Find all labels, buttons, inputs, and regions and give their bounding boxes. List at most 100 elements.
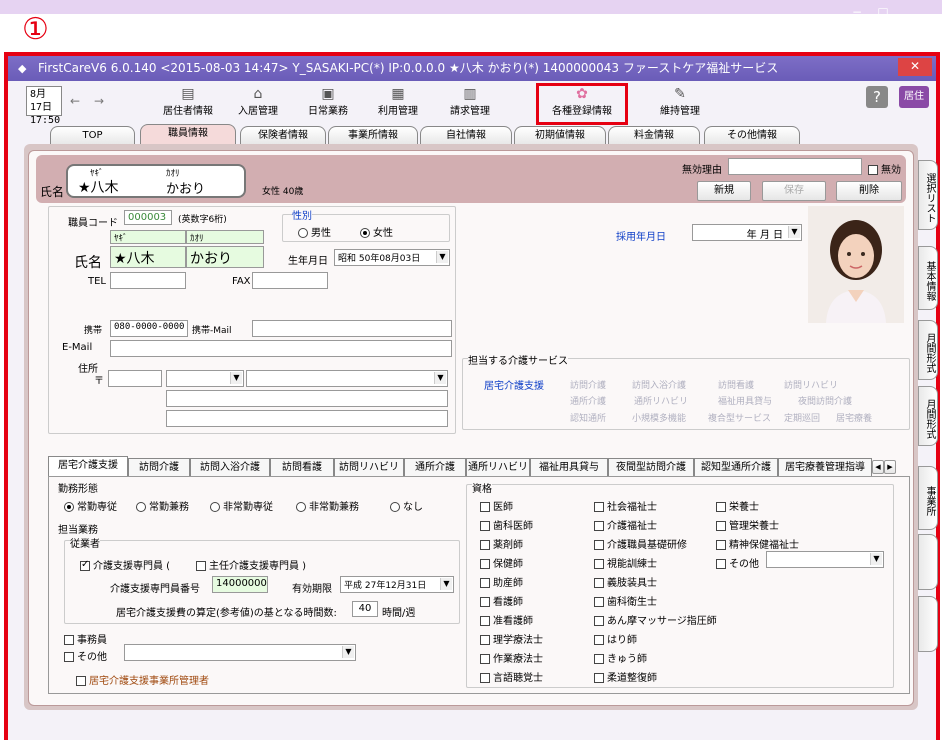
- qual-pharmacist[interactable]: 薬剤師: [480, 536, 523, 551]
- qual-dental-hygienist[interactable]: 歯科衛生士: [594, 593, 657, 608]
- side-tab-blank-1[interactable]: [918, 534, 938, 590]
- qual-nurse-box[interactable]: [480, 597, 490, 607]
- side-tab-basic-info[interactable]: 基本情報: [918, 246, 938, 310]
- service-periodic-patrol[interactable]: 定期巡回: [784, 411, 820, 424]
- address-line1-input[interactable]: [166, 390, 448, 407]
- qual-doctor[interactable]: 医師: [480, 498, 513, 513]
- tab2-day-care[interactable]: 通所介護: [404, 458, 466, 476]
- qual-acupuncture[interactable]: はり師: [594, 631, 637, 646]
- usage-button[interactable]: ▦ 利用管理: [362, 86, 434, 118]
- tab-company-info[interactable]: 自社情報: [420, 126, 512, 144]
- work-radio-1-dot[interactable]: [64, 502, 74, 512]
- chevron-down-icon[interactable]: ▼: [436, 251, 448, 263]
- tab-default-info[interactable]: 初期値情報: [514, 126, 606, 144]
- prefecture-select[interactable]: ▼: [166, 370, 244, 387]
- tab2-visit-care[interactable]: 訪問介護: [128, 458, 190, 476]
- new-button[interactable]: 新規: [697, 181, 751, 201]
- qual-other-box[interactable]: [716, 559, 726, 569]
- kana-sei-input[interactable]: ﾔｷﾞ: [110, 230, 186, 244]
- qual-ot-box[interactable]: [480, 654, 490, 664]
- resident-info-button[interactable]: ▤ 居住者情報: [152, 86, 224, 118]
- qual-moxibustion[interactable]: きゅう師: [594, 650, 647, 665]
- male-radio[interactable]: 男性: [298, 224, 331, 239]
- tab-top[interactable]: TOP: [50, 126, 135, 144]
- chief-cm-check-box[interactable]: [196, 561, 206, 571]
- forward-arrow-icon[interactable]: →: [94, 94, 104, 108]
- service-visit-bathing[interactable]: 訪問入浴介護: [632, 378, 686, 391]
- invalid-reason-input[interactable]: [728, 158, 862, 175]
- chevron-down-icon[interactable]: ▼: [440, 578, 452, 590]
- registration-button[interactable]: ✿ 各種登録情報: [536, 83, 628, 125]
- manager-check-box[interactable]: [76, 676, 86, 686]
- work-radio-4[interactable]: 非常勤兼務: [296, 498, 359, 513]
- qual-other-select[interactable]: ▼: [766, 551, 884, 568]
- tab2-home-medical[interactable]: 居宅療養管理指導: [778, 458, 872, 476]
- qual-social-worker[interactable]: 社会福祉士: [594, 498, 657, 513]
- qual-assistant-nurse-box[interactable]: [480, 616, 490, 626]
- service-night-visit[interactable]: 夜間訪問介護: [798, 394, 852, 407]
- other-duty-select[interactable]: ▼: [124, 644, 356, 661]
- work-radio-2-dot[interactable]: [136, 502, 146, 512]
- qual-acupuncture-box[interactable]: [594, 635, 604, 645]
- mei-input[interactable]: かおり: [186, 246, 264, 268]
- qual-st-box[interactable]: [480, 673, 490, 683]
- qual-pt[interactable]: 理学療法士: [480, 631, 543, 646]
- minimize-icon[interactable]: −: [848, 4, 866, 21]
- qual-midwife[interactable]: 助産師: [480, 574, 523, 589]
- close-icon[interactable]: ✕: [898, 58, 932, 76]
- qual-midwife-box[interactable]: [480, 578, 490, 588]
- qual-prosthetist[interactable]: 義肢装具士: [594, 574, 657, 589]
- qual-ot[interactable]: 作業療法士: [480, 650, 543, 665]
- qual-nurse[interactable]: 看護師: [480, 593, 523, 608]
- qual-pharmacist-box[interactable]: [480, 540, 490, 550]
- tab-office-info[interactable]: 事業所情報: [328, 126, 418, 144]
- cm-checkbox[interactable]: 介護支援専門員 (: [80, 557, 170, 572]
- resident-mode-button[interactable]: 居住: [899, 86, 929, 108]
- tab2-welfare-rental[interactable]: 福祉用具貸与: [530, 458, 608, 476]
- female-radio[interactable]: 女性: [360, 224, 393, 239]
- qual-dentist-box[interactable]: [480, 521, 490, 531]
- side-tab-monthly-2[interactable]: 月間形式: [918, 386, 938, 446]
- qual-social-worker-box[interactable]: [594, 502, 604, 512]
- tab2-day-rehab[interactable]: 通所リハビリ: [466, 458, 530, 476]
- city-select[interactable]: ▼: [246, 370, 448, 387]
- chevron-down-icon[interactable]: ▼: [788, 226, 800, 238]
- save-button[interactable]: 保存: [762, 181, 826, 201]
- qual-st[interactable]: 言語聴覚士: [480, 669, 543, 684]
- fax-input[interactable]: [252, 272, 328, 289]
- email-input[interactable]: [110, 340, 452, 357]
- qual-judo-therapist[interactable]: 柔道整復師: [594, 669, 657, 684]
- tab-fee-info[interactable]: 料金情報: [608, 126, 700, 144]
- valid-date-select[interactable]: 平成 27年12月31日 ▼: [340, 576, 454, 593]
- back-arrow-icon[interactable]: ←: [70, 94, 80, 108]
- tab2-visit-nursing[interactable]: 訪問看護: [270, 458, 334, 476]
- service-visit-rehab[interactable]: 訪問リハビリ: [784, 378, 838, 391]
- chevron-down-icon[interactable]: ▼: [230, 372, 242, 384]
- qual-massage[interactable]: あん摩マッサージ指圧師: [594, 612, 717, 627]
- admission-button[interactable]: ⌂ 入居管理: [222, 86, 294, 118]
- qual-psychiatric-sw-box[interactable]: [716, 540, 726, 550]
- qual-assistant-nurse[interactable]: 准看護師: [480, 612, 533, 627]
- qual-orthoptist[interactable]: 視能訓練士: [594, 555, 657, 570]
- service-complex[interactable]: 複合型サービス: [708, 411, 771, 424]
- qual-registered-dietitian-box[interactable]: [716, 521, 726, 531]
- tab2-visit-bathing[interactable]: 訪問入浴介護: [190, 458, 270, 476]
- qual-basic-training-box[interactable]: [594, 540, 604, 550]
- tab-scroll-left-icon[interactable]: ◀: [872, 460, 884, 474]
- service-home-care-support[interactable]: 居宅介護支援: [484, 377, 544, 392]
- cm-check-box[interactable]: [80, 559, 90, 571]
- qual-care-worker-box[interactable]: [594, 521, 604, 531]
- qual-doctor-box[interactable]: [480, 502, 490, 512]
- birth-date-select[interactable]: 昭和 50年08月03日 ▼: [334, 249, 450, 266]
- service-home-medical[interactable]: 居宅療養: [836, 411, 872, 424]
- help-icon[interactable]: ?: [866, 86, 888, 108]
- qual-dental-hygienist-box[interactable]: [594, 597, 604, 607]
- qual-nutritionist-box[interactable]: [716, 502, 726, 512]
- daily-work-button[interactable]: ▣ 日常業務: [292, 86, 364, 118]
- chevron-down-icon[interactable]: ▼: [342, 646, 354, 658]
- tab2-night-visit[interactable]: 夜間型訪問介護: [608, 458, 694, 476]
- qual-dentist[interactable]: 歯科医師: [480, 517, 533, 532]
- manager-checkbox[interactable]: 居宅介護支援事業所管理者: [76, 672, 209, 687]
- work-radio-3-dot[interactable]: [210, 502, 220, 512]
- side-tab-select-list[interactable]: 選択リスト: [918, 160, 938, 230]
